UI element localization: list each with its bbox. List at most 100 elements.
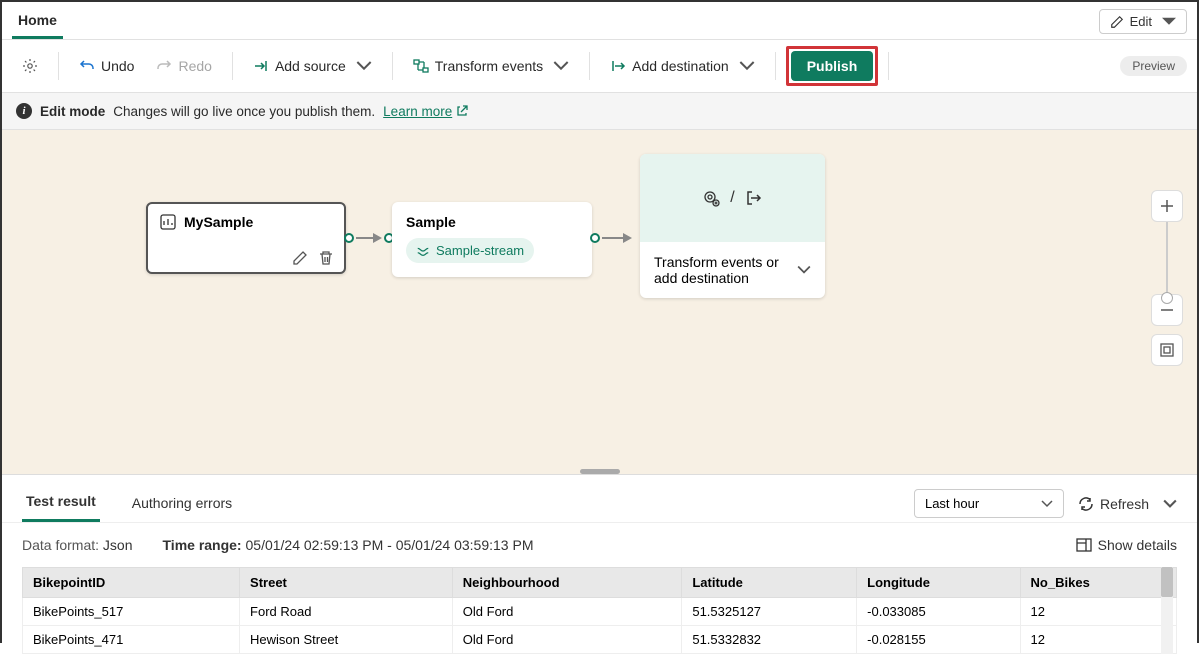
info-icon: i: [16, 103, 32, 119]
slash-divider: /: [730, 189, 734, 207]
destination-node-text: Transform events or add destination: [654, 254, 794, 286]
stream-node[interactable]: Sample Sample-stream: [392, 202, 592, 277]
gear-icon: [22, 58, 38, 74]
undo-button[interactable]: Undo: [69, 52, 144, 80]
transform-events-label: Transform events: [435, 58, 543, 74]
redo-label: Redo: [178, 58, 211, 74]
tab-test-result[interactable]: Test result: [22, 485, 100, 522]
separator: [58, 52, 59, 80]
zoom-in-button[interactable]: [1151, 190, 1183, 222]
table-header-row: BikepointIDStreetNeighbourhoodLatitudeLo…: [23, 568, 1177, 598]
table-cell: Old Ford: [452, 626, 682, 654]
refresh-label: Refresh: [1100, 496, 1149, 512]
chevron-down-icon[interactable]: [797, 263, 811, 277]
port-out[interactable]: [344, 233, 354, 243]
arrow-head-icon: [373, 233, 382, 243]
zoom-controls: [1151, 190, 1183, 366]
add-source-label: Add source: [275, 58, 346, 74]
export-icon: [745, 189, 763, 207]
separator: [775, 52, 776, 80]
add-destination-button[interactable]: Add destination: [600, 52, 765, 80]
chart-icon: [160, 214, 176, 230]
scrollbar-thumb[interactable]: [1161, 567, 1173, 597]
zoom-track[interactable]: [1166, 222, 1168, 294]
edit-button-label: Edit: [1130, 14, 1152, 29]
redo-icon: [156, 58, 172, 74]
table-cell: BikePoints_471: [23, 626, 240, 654]
data-format-label: Data format:: [22, 537, 99, 553]
table-header-cell[interactable]: BikepointID: [23, 568, 240, 598]
fit-screen-button[interactable]: [1151, 334, 1183, 366]
bottom-panel-meta: Data format: Json Time range: 05/01/24 0…: [2, 523, 1197, 567]
info-message: Changes will go live once you publish th…: [113, 104, 375, 119]
table-cell: BikePoints_517: [23, 598, 240, 626]
edit-button[interactable]: Edit: [1099, 9, 1187, 34]
table-row[interactable]: BikePoints_471Hewison StreetOld Ford51.5…: [23, 626, 1177, 654]
gear-plus-icon: [702, 189, 720, 207]
info-bar: i Edit mode Changes will go live once yo…: [2, 93, 1197, 130]
trash-icon[interactable]: [318, 250, 334, 266]
fit-icon: [1160, 343, 1174, 357]
chevron-down-icon: [356, 58, 372, 74]
tab-authoring-errors[interactable]: Authoring errors: [128, 487, 236, 521]
table-cell: 12: [1020, 598, 1176, 626]
transform-events-button[interactable]: Transform events: [403, 52, 579, 80]
table-header-cell[interactable]: Latitude: [682, 568, 857, 598]
arrow-head-icon: [623, 233, 632, 243]
zoom-handle[interactable]: [1161, 292, 1173, 304]
port-out[interactable]: [590, 233, 600, 243]
time-range-select[interactable]: Last hour: [914, 489, 1064, 518]
destination-node[interactable]: / Transform events or add destination: [640, 154, 825, 298]
scrollbar-track[interactable]: [1161, 567, 1173, 654]
external-link-icon: [456, 105, 468, 117]
table-cell: -0.033085: [857, 598, 1020, 626]
table-cell: 51.5332832: [682, 626, 857, 654]
refresh-button[interactable]: Refresh: [1078, 496, 1149, 512]
add-source-icon: [253, 58, 269, 74]
tab-home[interactable]: Home: [12, 4, 63, 39]
table-row[interactable]: BikePoints_517Ford RoadOld Ford51.532512…: [23, 598, 1177, 626]
table-header-cell[interactable]: No_Bikes: [1020, 568, 1176, 598]
minus-icon: [1160, 303, 1174, 317]
time-range-label: Time range:: [163, 537, 242, 553]
bottom-panel: Test result Authoring errors Last hour R…: [2, 474, 1197, 654]
table-cell: Old Ford: [452, 598, 682, 626]
refresh-icon: [1078, 496, 1094, 512]
pencil-icon[interactable]: [292, 250, 308, 266]
connector: [356, 237, 374, 239]
connector: [602, 237, 624, 239]
publish-button[interactable]: Publish: [791, 51, 874, 81]
add-source-button[interactable]: Add source: [243, 52, 382, 80]
edit-mode-label: Edit mode: [40, 104, 105, 119]
canvas[interactable]: MySample Sample Sample-stream / Transfor…: [2, 130, 1197, 474]
add-destination-label: Add destination: [632, 58, 729, 74]
chevron-down-icon: [1041, 500, 1053, 508]
table-cell: 51.5325127: [682, 598, 857, 626]
stream-icon: [416, 244, 430, 258]
preview-pill: Preview: [1120, 56, 1187, 76]
table-header-cell[interactable]: Street: [240, 568, 453, 598]
separator: [392, 52, 393, 80]
stream-chip[interactable]: Sample-stream: [406, 238, 534, 263]
results-table: BikepointIDStreetNeighbourhoodLatitudeLo…: [22, 567, 1177, 654]
resize-handle[interactable]: [580, 469, 620, 474]
show-details-button[interactable]: Show details: [1076, 537, 1177, 553]
source-node-title: MySample: [184, 214, 253, 230]
undo-icon: [79, 58, 95, 74]
table-header-cell[interactable]: Longitude: [857, 568, 1020, 598]
settings-button[interactable]: [12, 52, 48, 80]
plus-icon: [1160, 199, 1174, 213]
stream-node-title: Sample: [406, 214, 578, 230]
table-cell: Ford Road: [240, 598, 453, 626]
table-header-cell[interactable]: Neighbourhood: [452, 568, 682, 598]
table-wrap: BikepointIDStreetNeighbourhoodLatitudeLo…: [2, 567, 1197, 654]
publish-highlight: Publish: [786, 46, 879, 86]
table-cell: -0.028155: [857, 626, 1020, 654]
learn-more-link[interactable]: Learn more: [383, 104, 468, 119]
time-range-value: 05/01/24 02:59:13 PM - 05/01/24 03:59:13…: [246, 537, 534, 553]
chevron-down-icon[interactable]: [1163, 499, 1177, 509]
transform-icon: [413, 58, 429, 74]
source-node[interactable]: MySample: [146, 202, 346, 274]
data-format-value: Json: [103, 537, 133, 553]
stream-chip-label: Sample-stream: [436, 243, 524, 258]
